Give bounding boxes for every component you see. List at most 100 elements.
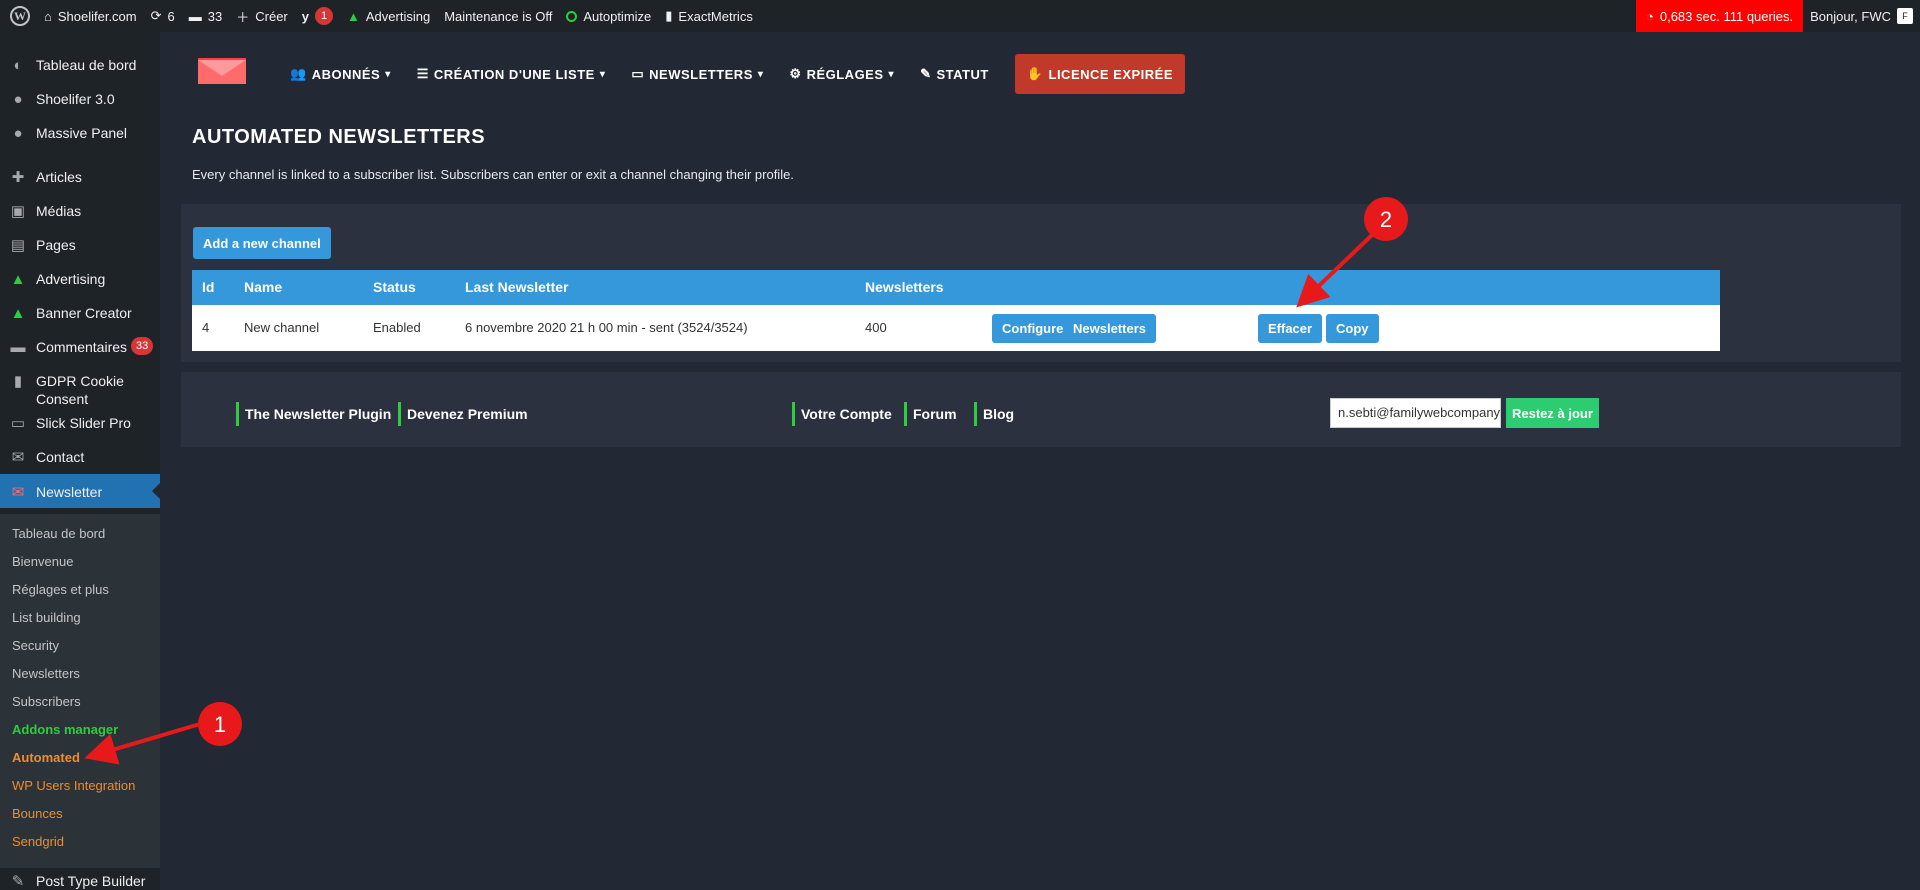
subscribe-button[interactable]: Restez à jour — [1506, 398, 1599, 428]
autoptimize-menu[interactable]: Autoptimize — [559, 0, 658, 32]
sidebar-item-commentaires[interactable]: ▬ Commentaires 33 — [0, 337, 160, 357]
autoptimize-label: Autoptimize — [583, 8, 652, 24]
sidebar-item-advertising[interactable]: ▲ Advertising — [0, 269, 160, 289]
newsletter-submenu: Tableau de bord Bienvenue Réglages et plus… — [0, 514, 160, 868]
sidebar-item-gdpr-cookie-consent[interactable]: ▮ GDPR Cookie Consent — [0, 371, 160, 408]
updates-menu[interactable]: ⟳ 6 — [144, 0, 182, 32]
footer-link-account[interactable]: Votre Compte — [792, 402, 892, 426]
submenu-item-r-glages-et-plus[interactable]: Réglages et plus — [0, 576, 160, 604]
slider-icon: ▭ — [10, 415, 26, 432]
query-monitor[interactable]: ◔ 0,683 sec. 111 queries. — [1636, 0, 1804, 32]
shoelifer-icon: ● — [13, 90, 23, 108]
configure-button[interactable]: Configure — [992, 314, 1074, 343]
mail-icon: ✉ — [11, 449, 25, 466]
advertising-menu[interactable]: ▲ Advertising — [340, 0, 437, 32]
site-name-menu[interactable]: ⌂ Shoelifer.com — [37, 0, 144, 32]
nav-subscribers-label: ABONNÉS — [311, 66, 381, 82]
page-title: AUTOMATED NEWSLETTERS — [192, 126, 486, 148]
comments-count-badge: 33 — [131, 337, 154, 355]
chevron-down-icon: ▾ — [757, 68, 764, 80]
plus-icon: ＋ — [236, 9, 250, 25]
sidebar-item-label: Commentaires — [36, 339, 128, 355]
site-name: Shoelifer.com — [57, 8, 137, 24]
sidebar-item-newsletter[interactable]: ✉ Newsletter — [0, 474, 160, 508]
footer-link-plugin[interactable]: The Newsletter Plugin — [236, 402, 391, 426]
wp-logo-menu[interactable]: W — [0, 0, 37, 32]
submenu-item-tableau-de-bord[interactable]: Tableau de bord — [0, 520, 160, 548]
yoast-icon: y — [301, 8, 309, 24]
page-description: Every channel is linked to a subscriber … — [192, 167, 794, 182]
delete-button[interactable]: Effacer — [1258, 314, 1323, 343]
sidebar-item-shoelifer-3-0[interactable]: ● Shoelifer 3.0 — [0, 89, 160, 109]
newsletter-email-field[interactable]: n.sebti@familywebcompany.com — [1330, 398, 1501, 428]
main-content: 👥 ABONNÉS ▾ ☰ CRÉATION D'UNE LISTE ▾ ▭ N… — [160, 32, 1920, 890]
sidebar-item-banner-creator[interactable]: ▲ Banner Creator — [0, 303, 160, 323]
cell-name: New channel — [244, 320, 320, 335]
submenu-item-subscribers[interactable]: Subscribers — [0, 688, 160, 716]
builder-icon: ✎ — [11, 873, 25, 890]
submenu-item-newsletters[interactable]: Newsletters — [0, 660, 160, 688]
nav-settings[interactable]: ⚙ RÉGLAGES ▾ — [789, 66, 894, 82]
cell-last-newsletter: 6 novembre 2020 21 h 00 min - sent (3524… — [465, 320, 748, 335]
exactmetrics-menu[interactable]: ▮ ExactMetrics — [658, 0, 760, 32]
dashboard-icon: ◐ — [13, 56, 23, 74]
nav-newsletters[interactable]: ▭ NEWSLETTERS ▾ — [631, 66, 763, 82]
sidebar-item-label: Newsletter — [36, 484, 103, 500]
licence-label: LICENCE EXPIRÉE — [1048, 66, 1174, 82]
sidebar-item-contact[interactable]: ✉ Contact — [0, 447, 160, 467]
footer-link-premium[interactable]: Devenez Premium — [398, 402, 528, 426]
header-id: Id — [202, 279, 215, 295]
copy-button[interactable]: Copy — [1326, 314, 1379, 343]
submenu-item-automated[interactable]: Automated — [0, 744, 160, 772]
sidebar-item-m-dias[interactable]: ▣ Médias — [0, 201, 160, 221]
footer-link-blog[interactable]: Blog — [974, 402, 1014, 426]
sidebar-item-tableau-de-bord[interactable]: ◐ Tableau de bord — [0, 55, 160, 75]
channels-table: Id Name Status Last Newsletter Newslette… — [192, 270, 1720, 351]
maintenance-menu[interactable]: Maintenance is Off — [437, 0, 559, 32]
query-stats: 0,683 sec. 111 queries. — [1659, 8, 1794, 24]
table-row: 4 New channel Enabled 6 novembre 2020 21… — [192, 305, 1720, 351]
nav-list-creation-label: CRÉATION D'UNE LISTE — [433, 66, 595, 82]
nav-list-creation[interactable]: ☰ CRÉATION D'UNE LISTE ▾ — [417, 66, 606, 82]
new-label: Créer — [255, 8, 288, 24]
comments-count: 33 — [207, 8, 223, 24]
cell-id: 4 — [202, 320, 210, 335]
submenu-item-sendgrid[interactable]: Sendgrid — [0, 828, 160, 856]
add-channel-button[interactable]: Add a new channel — [193, 227, 331, 259]
sidebar-item-pages[interactable]: ▤ Pages — [0, 235, 160, 255]
sidebar-item-slick-slider-pro[interactable]: ▭ Slick Slider Pro — [0, 413, 160, 433]
sidebar-item-label: Advertising — [36, 271, 106, 287]
new-content-menu[interactable]: ＋ Créer — [229, 0, 295, 32]
footer-link-forum[interactable]: Forum — [904, 402, 957, 426]
plugin-nav: 👥 ABONNÉS ▾ ☰ CRÉATION D'UNE LISTE ▾ ▭ N… — [160, 32, 1920, 112]
submenu-item-list-building[interactable]: List building — [0, 604, 160, 632]
users-icon: 👥 — [290, 66, 307, 81]
chevron-down-icon: ▾ — [888, 68, 895, 80]
submenu-item-wp-users-integration[interactable]: WP Users Integration — [0, 772, 160, 800]
sidebar-item-articles[interactable]: ✚ Articles — [0, 167, 160, 187]
comments-menu[interactable]: ▬ 33 — [182, 0, 229, 32]
comment-icon: ▬ — [188, 8, 202, 24]
yoast-menu[interactable]: y 1 — [295, 0, 340, 32]
submenu-item-bienvenue[interactable]: Bienvenue — [0, 548, 160, 576]
home-icon: ⌂ — [44, 8, 52, 24]
nav-subscribers[interactable]: 👥 ABONNÉS ▾ — [290, 66, 391, 82]
newsletters-button[interactable]: Newsletters — [1063, 314, 1156, 343]
cell-status: Enabled — [373, 320, 421, 335]
header-name: Name — [244, 279, 283, 295]
speedometer-icon: ◔ — [1646, 8, 1654, 24]
nav-status[interactable]: ✎ STATUT — [920, 66, 989, 82]
bar-chart-icon: ▮ — [665, 8, 673, 23]
maintenance-label: Maintenance is Off — [444, 8, 553, 24]
sidebar-item-post-type-builder[interactable]: ✎ Post Type Builder — [0, 871, 146, 890]
licence-expired-button[interactable]: ✋ LICENCE EXPIRÉE — [1014, 54, 1186, 94]
newspaper-icon: ▭ — [631, 66, 645, 81]
sidebar-item-label: Shoelifer 3.0 — [36, 91, 115, 107]
media-icon: ▣ — [10, 203, 26, 220]
submenu-item-bounces[interactable]: Bounces — [0, 800, 160, 828]
submenu-item-addons-manager[interactable]: Addons manager — [0, 716, 160, 744]
sidebar-item-massive-panel[interactable]: ● Massive Panel — [0, 123, 160, 143]
my-account-menu[interactable]: Bonjour, FWC F — [1803, 0, 1920, 32]
submenu-item-security[interactable]: Security — [0, 632, 160, 660]
sidebar-item-label: Articles — [36, 169, 82, 185]
